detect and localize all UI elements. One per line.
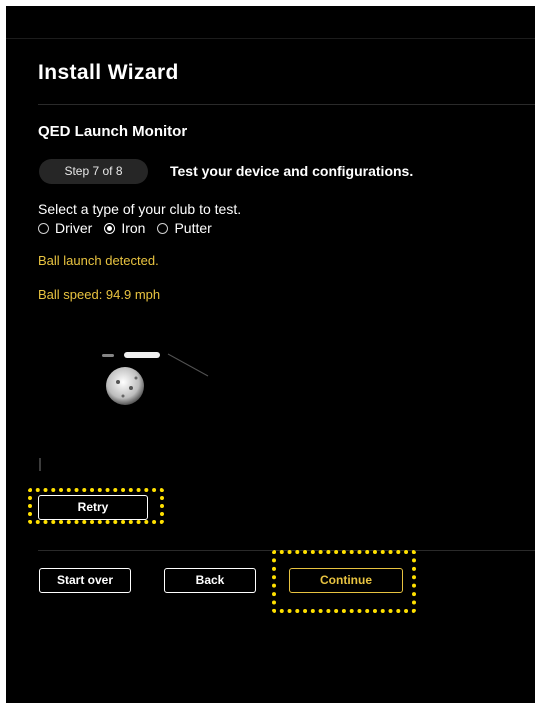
continue-button[interactable]: Continue	[289, 568, 403, 593]
ball-capture-preview	[39, 352, 209, 471]
radio-iron-label: Iron	[121, 220, 146, 236]
start-over-button[interactable]: Start over	[39, 568, 131, 593]
page-title: Install Wizard	[38, 61, 179, 84]
streak-trail	[167, 353, 209, 377]
streak-highlight	[124, 352, 160, 358]
golf-ball	[106, 367, 144, 405]
device-name: QED Launch Monitor	[38, 123, 188, 140]
radio-driver-circle[interactable]	[38, 222, 49, 234]
ball-dimple	[121, 394, 125, 398]
launch-status: Ball launch detected.	[38, 253, 159, 268]
radio-putter-circle[interactable]	[157, 222, 169, 234]
ball-dimple	[116, 380, 120, 384]
streak-faint	[102, 354, 114, 357]
ball-dimple	[129, 386, 133, 390]
title-divider	[38, 104, 535, 105]
radio-driver[interactable]: Driver	[38, 220, 92, 236]
radio-iron[interactable]: Iron	[104, 220, 145, 236]
radio-driver-label: Driver	[55, 220, 93, 236]
top-divider	[6, 38, 535, 39]
step-description: Test your device and configurations.	[170, 163, 414, 179]
step-badge: Step 7 of 8	[39, 159, 148, 184]
ball-dimple	[134, 376, 138, 380]
install-wizard-window: Install Wizard QED Launch Monitor Step 7…	[6, 6, 535, 703]
ball-speed: Ball speed: 94.9 mph	[38, 287, 161, 302]
club-select-label: Select a type of your club to test.	[38, 201, 242, 217]
retry-button[interactable]: Retry	[38, 495, 148, 520]
radio-putter-label: Putter	[174, 220, 212, 236]
radio-iron-circle[interactable]	[104, 222, 116, 234]
club-type-radio-group: Driver Iron Putter	[38, 220, 224, 236]
radio-putter[interactable]: Putter	[157, 220, 212, 236]
back-button[interactable]: Back	[164, 568, 256, 593]
